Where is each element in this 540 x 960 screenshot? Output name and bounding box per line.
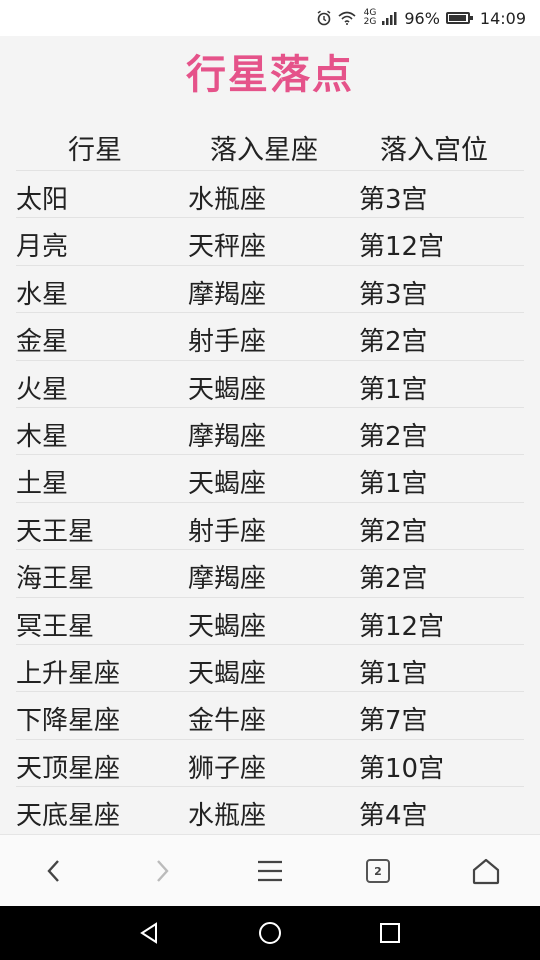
table-row: 太阳 水瓶座 第3宫 — [16, 170, 524, 217]
table-row: 上升星座 天蝎座 第1宫 — [16, 643, 524, 691]
page-title: 行星落点 — [186, 52, 354, 98]
house-cell: 第10宫 — [359, 753, 445, 784]
sign-cell: 射手座 — [188, 327, 267, 358]
table-row: 海王星 摩羯座 第2宫 — [16, 549, 524, 596]
table-row: 土星 天蝎座 第1宫 — [16, 454, 524, 501]
sign-cell: 射手座 — [188, 516, 267, 547]
house-cell: 第1宫 — [359, 374, 428, 405]
table-row: 木星 摩羯座 第2宫 — [16, 406, 524, 454]
house-cell: 第7宫 — [359, 706, 428, 737]
planet-cell: 太阳 — [16, 185, 69, 215]
table-row: 下降星座 金牛座 第7宫 — [16, 691, 524, 738]
planet-cell: 木星 — [16, 421, 69, 452]
house-cell: 第3宫 — [359, 185, 428, 215]
network-type-bottom: 2G — [363, 17, 377, 27]
clock: 14:09 — [479, 8, 526, 28]
battery-icon — [445, 12, 473, 24]
house-cell: 第2宫 — [359, 421, 428, 452]
browser-toolbar: 2 — [0, 834, 540, 907]
system-back-icon[interactable] — [135, 918, 165, 948]
house-cell: 第1宫 — [359, 469, 428, 500]
system-nav-bar — [0, 906, 540, 960]
sign-cell: 天蝎座 — [188, 611, 267, 642]
planet-cell: 火星 — [16, 374, 69, 405]
sign-cell: 摩羯座 — [188, 279, 267, 310]
table-header: 行星 落入星座 落入宫位 — [16, 128, 524, 168]
sign-cell: 摩羯座 — [188, 564, 267, 595]
sign-cell: 金牛座 — [188, 706, 267, 737]
status-bar: 4G 2G 96% 14:09 — [0, 0, 540, 36]
sign-cell: 天秤座 — [188, 232, 267, 263]
planet-cell: 土星 — [16, 469, 69, 500]
house-cell: 第2宫 — [359, 564, 428, 595]
sign-cell: 狮子座 — [188, 753, 267, 784]
planet-cell: 天顶星座 — [16, 753, 121, 784]
house-cell: 第12宫 — [359, 611, 445, 642]
forward-icon[interactable] — [144, 853, 180, 889]
alarm-icon — [316, 10, 332, 26]
planet-cell: 水星 — [16, 279, 69, 310]
table-row: 天顶星座 狮子座 第10宫 — [16, 738, 524, 786]
table-row: 月亮 天秤座 第12宫 — [16, 217, 524, 264]
planet-cell: 上升星座 — [16, 658, 121, 689]
planet-cell: 月亮 — [16, 232, 69, 263]
system-home-icon[interactable] — [255, 918, 285, 948]
header-house: 落入宫位 — [380, 135, 488, 166]
web-content[interactable]: 行星落点 行星 落入星座 落入宫位 太阳 水瓶座 第3宫 月亮 天秤座 第12宫 水星 摩羯座… — [0, 36, 540, 834]
back-icon[interactable] — [36, 853, 72, 889]
battery-percent: 96% — [404, 8, 440, 28]
tab-count: 2 — [366, 859, 390, 883]
sign-cell: 水瓶座 — [188, 185, 267, 215]
house-cell: 第1宫 — [359, 658, 428, 689]
table-body: 太阳 水瓶座 第3宫 月亮 天秤座 第12宫 水星 摩羯座 第3宫 金星 射手座 第2宫 火星 天蝎座 第1… — [16, 170, 524, 833]
planet-cell: 金星 — [16, 327, 69, 358]
table-row: 水星 摩羯座 第3宫 — [16, 264, 524, 312]
planet-cell: 海王星 — [16, 564, 95, 595]
sign-cell: 水瓶座 — [188, 801, 267, 832]
header-sign: 落入星座 — [210, 135, 318, 166]
table-row: 冥王星 天蝎座 第12宫 — [16, 596, 524, 644]
table-row: 天底星座 水瓶座 第4宫 — [16, 786, 524, 833]
sign-cell: 天蝎座 — [188, 374, 267, 405]
header-planet: 行星 — [68, 135, 122, 166]
house-cell: 第2宫 — [359, 327, 428, 358]
table-row: 火星 天蝎座 第1宫 — [16, 359, 524, 407]
system-recent-apps-icon[interactable] — [375, 918, 405, 948]
menu-icon[interactable] — [252, 853, 288, 889]
house-cell: 第4宫 — [359, 801, 428, 832]
planet-cell: 天底星座 — [16, 801, 121, 832]
planet-cell: 冥王星 — [16, 611, 95, 642]
network-type: 4G 2G — [364, 9, 377, 27]
house-cell: 第12宫 — [359, 232, 445, 263]
tabs-icon[interactable]: 2 — [360, 853, 396, 889]
house-cell: 第3宫 — [359, 279, 428, 310]
wifi-icon — [338, 11, 356, 25]
planet-cell: 天王星 — [16, 516, 95, 547]
home-icon[interactable] — [468, 853, 504, 889]
signal-icon — [382, 11, 398, 25]
sign-cell: 摩羯座 — [188, 421, 267, 452]
sign-cell: 天蝎座 — [188, 658, 267, 689]
house-cell: 第2宫 — [359, 516, 428, 547]
table-row: 天王星 射手座 第2宫 — [16, 501, 524, 549]
planet-cell: 下降星座 — [16, 706, 121, 737]
sign-cell: 天蝎座 — [188, 469, 267, 500]
table-row: 金星 射手座 第2宫 — [16, 312, 524, 359]
